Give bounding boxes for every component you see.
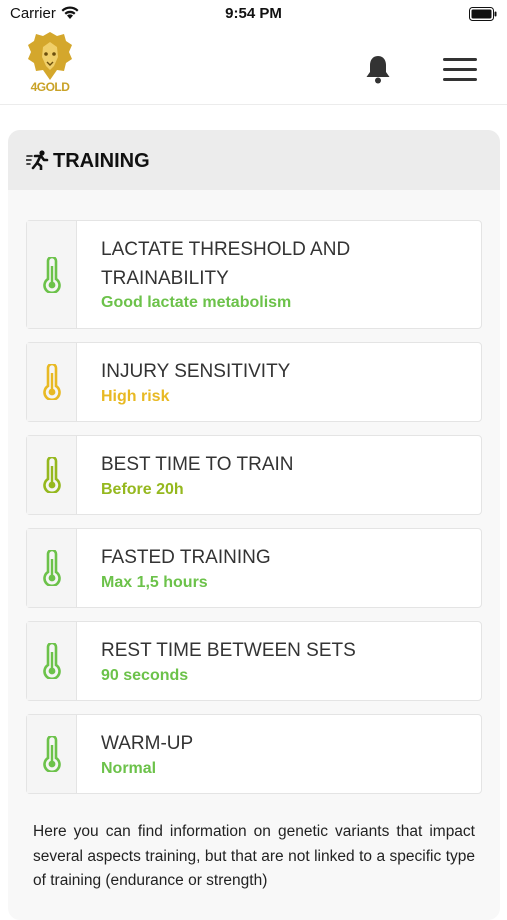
item-value: High risk (101, 388, 170, 405)
section-title: TRAINING (53, 150, 150, 172)
hamburger-menu-icon[interactable] (443, 58, 477, 81)
app-header: 4GOLD (0, 28, 507, 105)
bell-icon[interactable] (364, 54, 392, 89)
thermometer-icon (43, 364, 61, 400)
item-name: REST TIME BETWEEN SETS (101, 640, 356, 661)
clock: 9:54 PM (225, 5, 282, 22)
item-value: Max 1,5 hours (101, 574, 208, 591)
training-item-warm-up[interactable]: WARM-UP Normal (26, 714, 482, 794)
item-value: Normal (101, 760, 157, 777)
battery-icon (469, 7, 497, 26)
thermometer-icon (43, 457, 61, 493)
thermometer-icon (43, 550, 61, 586)
logo-wordmark: 4GOLD (30, 80, 70, 94)
item-name: FASTED TRAINING (101, 547, 271, 568)
training-item-injury-sensitivity[interactable]: INJURY SENSITIVITY High risk (26, 342, 482, 422)
item-name: WARM-UP (101, 733, 194, 754)
thermometer-icon (43, 256, 61, 293)
training-item-best-time[interactable]: BEST TIME TO TRAIN Before 20h (26, 435, 482, 515)
item-value: Before 20h (101, 481, 184, 498)
training-item-fasted-training[interactable]: FASTED TRAINING Max 1,5 hours (26, 528, 482, 608)
training-card: TRAINING LACTATE THRESHOLD AND TRAINABIL… (8, 130, 500, 920)
thermometer-icon (43, 643, 61, 679)
item-name: LACTATE THRESHOLD AND TRAINABILITY (101, 239, 351, 289)
section-description: Here you can find information on genetic… (33, 823, 475, 889)
item-value: 90 seconds (101, 667, 189, 684)
card-header: TRAINING (8, 130, 500, 190)
item-name: BEST TIME TO TRAIN (101, 454, 294, 475)
thermometer-icon (43, 736, 61, 772)
training-item-rest-time[interactable]: REST TIME BETWEEN SETS 90 seconds (26, 621, 482, 701)
status-bar: Carrier 9:54 PM (0, 0, 507, 28)
item-name: INJURY SENSITIVITY (101, 361, 291, 382)
item-value: Good lactate metabolism (101, 294, 292, 311)
training-item-lactate-threshold[interactable]: LACTATE THRESHOLD AND TRAINABILITY Good … (26, 220, 482, 329)
runner-icon (25, 150, 50, 175)
